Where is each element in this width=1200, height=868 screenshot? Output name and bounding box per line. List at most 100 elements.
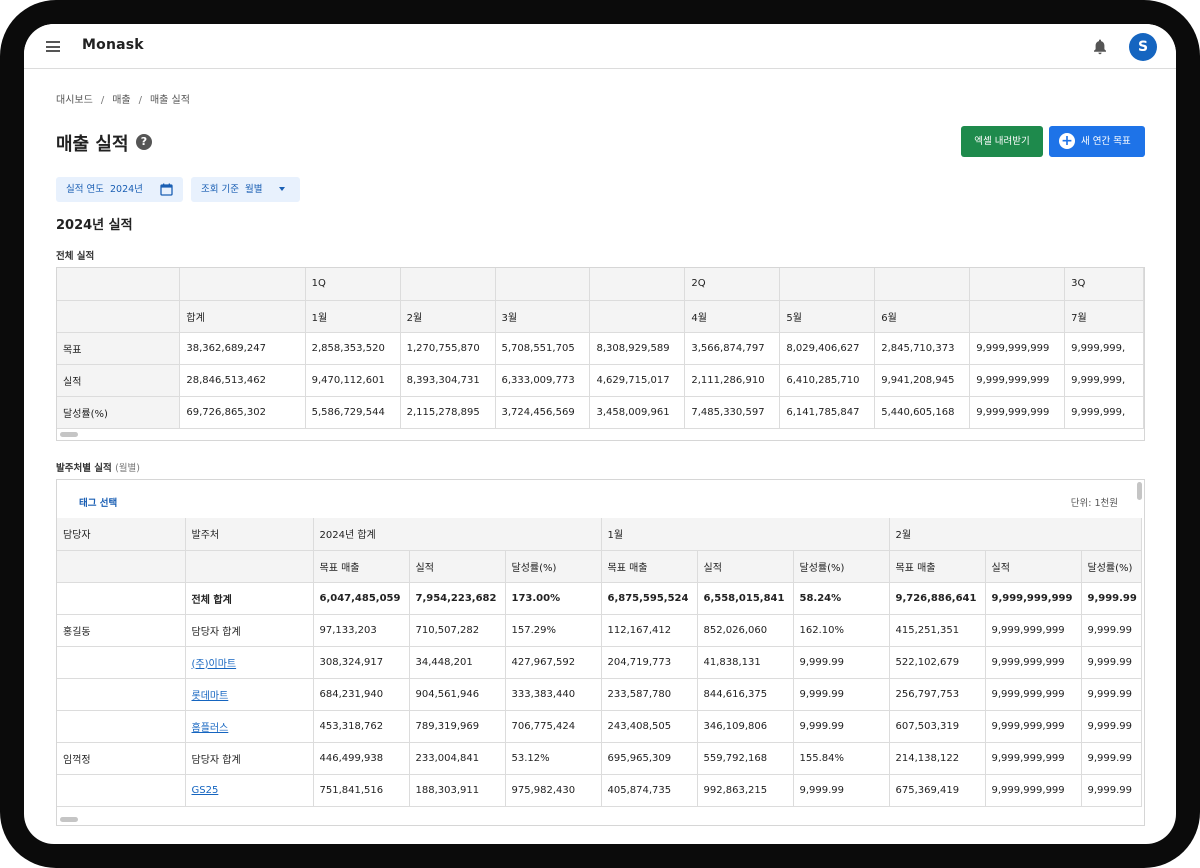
value-cell: 2,115,278,895 [399,395,496,429]
value-cell: 9,999,999, [1064,331,1144,365]
quarter-header-cell: 2Q [684,268,781,301]
value-cell: 2,111,286,910 [684,363,781,397]
value-cell: 522,102,679 [888,645,986,679]
client-performance-table[interactable]: 태그 선택 단위: 1천원 담당자 발주처 2024년 합계 1월 2월 목표 매출 실적 달… [56,479,1145,826]
basis-filter-dropdown[interactable]: 조회 기준 월별 [191,177,300,202]
sub-header-cell: 목표 매출 [312,549,410,583]
value-cell: 6,047,485,059 [312,581,410,615]
group-header-cell: 2024년 합계 [312,518,602,551]
value-cell: 710,507,282 [408,613,506,647]
value-cell: 9,999,999,999 [969,395,1066,429]
client-cell[interactable]: 롯데마트 [184,677,314,711]
value-cell: 7,485,330,597 [684,395,781,429]
value-cell: 405,874,735 [600,773,698,807]
client-table-title: 발주처별 실적 (월별) [56,460,140,474]
value-cell: 9,999.99 [1080,741,1142,775]
month-header-cell: 1월 [304,299,401,333]
value-cell: 9,999.99 [1080,773,1142,807]
new-annual-goal-button[interactable]: + 새 연간 목표 [1049,126,1145,157]
horizontal-scrollbar[interactable] [60,817,78,822]
tag-select-button[interactable]: 태그 선택 [79,495,117,509]
manager-cell [57,581,186,615]
value-cell: 2,845,710,373 [874,331,971,365]
menu-icon[interactable] [46,41,60,52]
client-link[interactable]: 홈플러스 [192,723,229,734]
client-link[interactable]: (주)이마트 [192,659,237,670]
client-table-title-suffix: (월별) [115,463,140,474]
vertical-scrollbar[interactable] [1137,482,1142,500]
value-cell: 9,999,999,999 [984,645,1082,679]
value-cell: 34,448,201 [408,645,506,679]
value-cell: 58.24% [792,581,890,615]
value-cell: 2,858,353,520 [304,331,401,365]
value-cell: 9,999.99 [1080,581,1142,615]
table-row: 목표 38,362,689,247 2,858,353,520 1,270,755,8… [57,331,1144,365]
value-cell: 308,324,917 [312,645,410,679]
value-cell: 8,393,304,731 [399,363,496,397]
manager-cell [57,709,186,743]
quarter-header-cell [494,268,591,301]
caret-down-icon [279,187,285,191]
value-cell: 453,318,762 [312,709,410,743]
value-cell: 155.84% [792,741,890,775]
sub-header-cell: 실적 [696,549,794,583]
value-cell: 9,999,999,999 [984,709,1082,743]
year-filter[interactable]: 실적 연도 2024년 [56,177,183,202]
user-avatar[interactable]: S [1129,33,1157,61]
quarter-header-cell: 1Q [304,268,401,301]
help-icon[interactable]: ? [136,134,152,150]
value-cell: 112,167,412 [600,613,698,647]
value-cell: 233,004,841 [408,741,506,775]
quarter-header-cell [399,268,496,301]
value-cell: 6,410,285,710 [779,363,876,397]
sub-header-cell: 달성률(%) [792,549,890,583]
month-header-cell [589,299,686,333]
month-header-cell: 4월 [684,299,781,333]
notification-bell-icon[interactable] [1092,38,1108,56]
value-cell: 9,999.99 [1080,645,1142,679]
value-cell: 8,029,406,627 [779,331,876,365]
client-cell[interactable]: (주)이마트 [184,645,314,679]
value-cell: 9,999,999,999 [984,581,1082,615]
value-cell: 415,251,351 [888,613,986,647]
value-cell: 333,383,440 [504,677,602,711]
breadcrumb-current: 매출 실적 [149,95,190,106]
value-cell: 173.00% [504,581,602,615]
sub-header-cell: 실적 [408,549,506,583]
client-cell[interactable]: 홈플러스 [184,709,314,743]
value-cell: 9,999.99 [792,773,890,807]
value-cell: 9,999,999,999 [984,773,1082,807]
month-header-cell: 6월 [874,299,971,333]
horizontal-scrollbar[interactable] [60,432,78,437]
value-cell: 5,440,605,168 [874,395,971,429]
breadcrumb-dashboard[interactable]: 대시보드 [56,95,93,106]
month-header-cell: 합계 [179,299,306,333]
value-cell: 751,841,516 [312,773,410,807]
value-cell: 28,846,513,462 [179,363,306,397]
client-table: 담당자 발주처 2024년 합계 1월 2월 목표 매출 실적 달성률(%) 목표 매출 실적 달성… [57,518,1142,807]
manager-cell [57,773,186,807]
table-row: 임꺽정 담당자 합계 446,499,938 233,004,841 53.12% 695… [57,741,1142,775]
value-cell: 214,138,122 [888,741,986,775]
quarter-header-cell [57,268,181,301]
value-cell: 6,333,009,773 [494,363,591,397]
table-row: 달성률(%) 69,726,865,302 5,586,729,544 2,115,2… [57,395,1144,429]
manager-cell: 홍길동 [57,613,186,647]
value-cell: 41,838,131 [696,645,794,679]
excel-download-button[interactable]: 엑셀 내려받기 [961,126,1043,157]
value-cell: 559,792,168 [696,741,794,775]
client-cell: 전체 합계 [184,581,314,615]
client-cell[interactable]: GS25 [184,773,314,807]
overall-performance-table[interactable]: 1Q 2Q 3Q 합계 1월 2월 3월 4월 5월 6월 7월 목표 38,362,689,247 2,… [56,267,1145,441]
client-link[interactable]: 롯데마트 [192,691,229,702]
sub-header-cell: 목표 매출 [888,549,986,583]
value-cell: 243,408,505 [600,709,698,743]
calendar-icon [160,183,173,196]
value-cell: 9,999.99 [1080,677,1142,711]
value-cell: 684,231,940 [312,677,410,711]
group-header-row: 담당자 발주처 2024년 합계 1월 2월 [57,518,1142,551]
value-cell: 3,458,009,961 [589,395,686,429]
client-link[interactable]: GS25 [192,785,219,796]
breadcrumb-sales[interactable]: 매출 [112,95,130,106]
table-row: 홍길동 담당자 합계 97,133,203 710,507,282 157.29% 112… [57,613,1142,647]
